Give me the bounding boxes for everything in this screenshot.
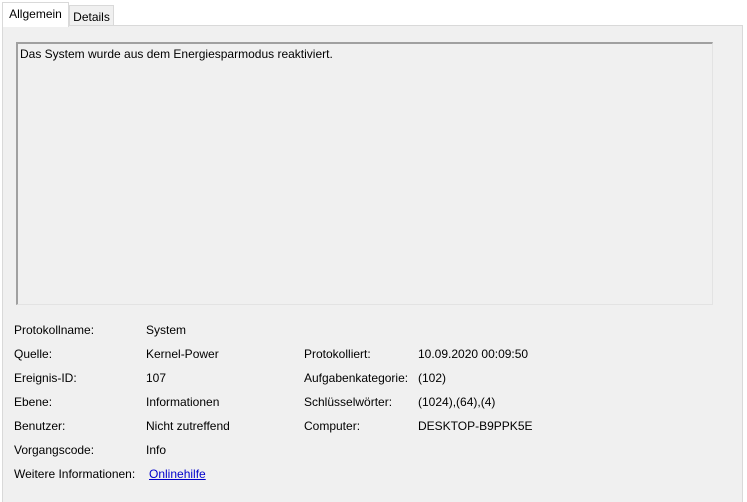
event-properties-window: Allgemein Details Das System wurde aus d… bbox=[0, 0, 747, 502]
opcode-label: Vorgangscode: bbox=[14, 443, 95, 457]
tab-details[interactable]: Details bbox=[69, 5, 114, 26]
level-label: Ebene: bbox=[14, 395, 53, 409]
logged-value: 10.09.2020 00:09:50 bbox=[418, 347, 529, 361]
log-name-label: Protokollname: bbox=[14, 323, 95, 337]
computer-value: DESKTOP-B9PPK5E bbox=[418, 419, 533, 433]
source-value: Kernel-Power bbox=[146, 347, 219, 361]
opcode-value: Info bbox=[146, 443, 167, 457]
tab-strip: Allgemein Details bbox=[0, 0, 747, 27]
log-name-value: System bbox=[146, 323, 187, 337]
task-category-value: (102) bbox=[418, 371, 447, 385]
tab-allgemein[interactable]: Allgemein bbox=[2, 2, 69, 27]
user-label: Benutzer: bbox=[14, 419, 66, 433]
task-category-label: Aufgabenkategorie: bbox=[304, 371, 409, 385]
user-value: Nicht zutreffend bbox=[146, 419, 230, 433]
general-panel: Das System wurde aus dem Energiesparmodu… bbox=[2, 25, 743, 502]
computer-label: Computer: bbox=[304, 419, 361, 433]
source-label: Quelle: bbox=[14, 347, 53, 361]
level-value: Informationen bbox=[146, 395, 220, 409]
keywords-value: (1024),(64),(4) bbox=[418, 395, 496, 409]
event-description-text: Das System wurde aus dem Energiesparmodu… bbox=[20, 47, 333, 61]
more-info-label: Weitere Informationen: bbox=[14, 467, 136, 481]
event-id-value: 107 bbox=[146, 371, 167, 385]
online-help-link[interactable]: Onlinehilfe bbox=[149, 467, 206, 482]
logged-label: Protokolliert: bbox=[304, 347, 371, 361]
keywords-label: Schlüsselwörter: bbox=[304, 395, 393, 409]
event-id-label: Ereignis-ID: bbox=[14, 371, 77, 385]
event-description-box[interactable]: Das System wurde aus dem Energiesparmodu… bbox=[16, 42, 713, 305]
